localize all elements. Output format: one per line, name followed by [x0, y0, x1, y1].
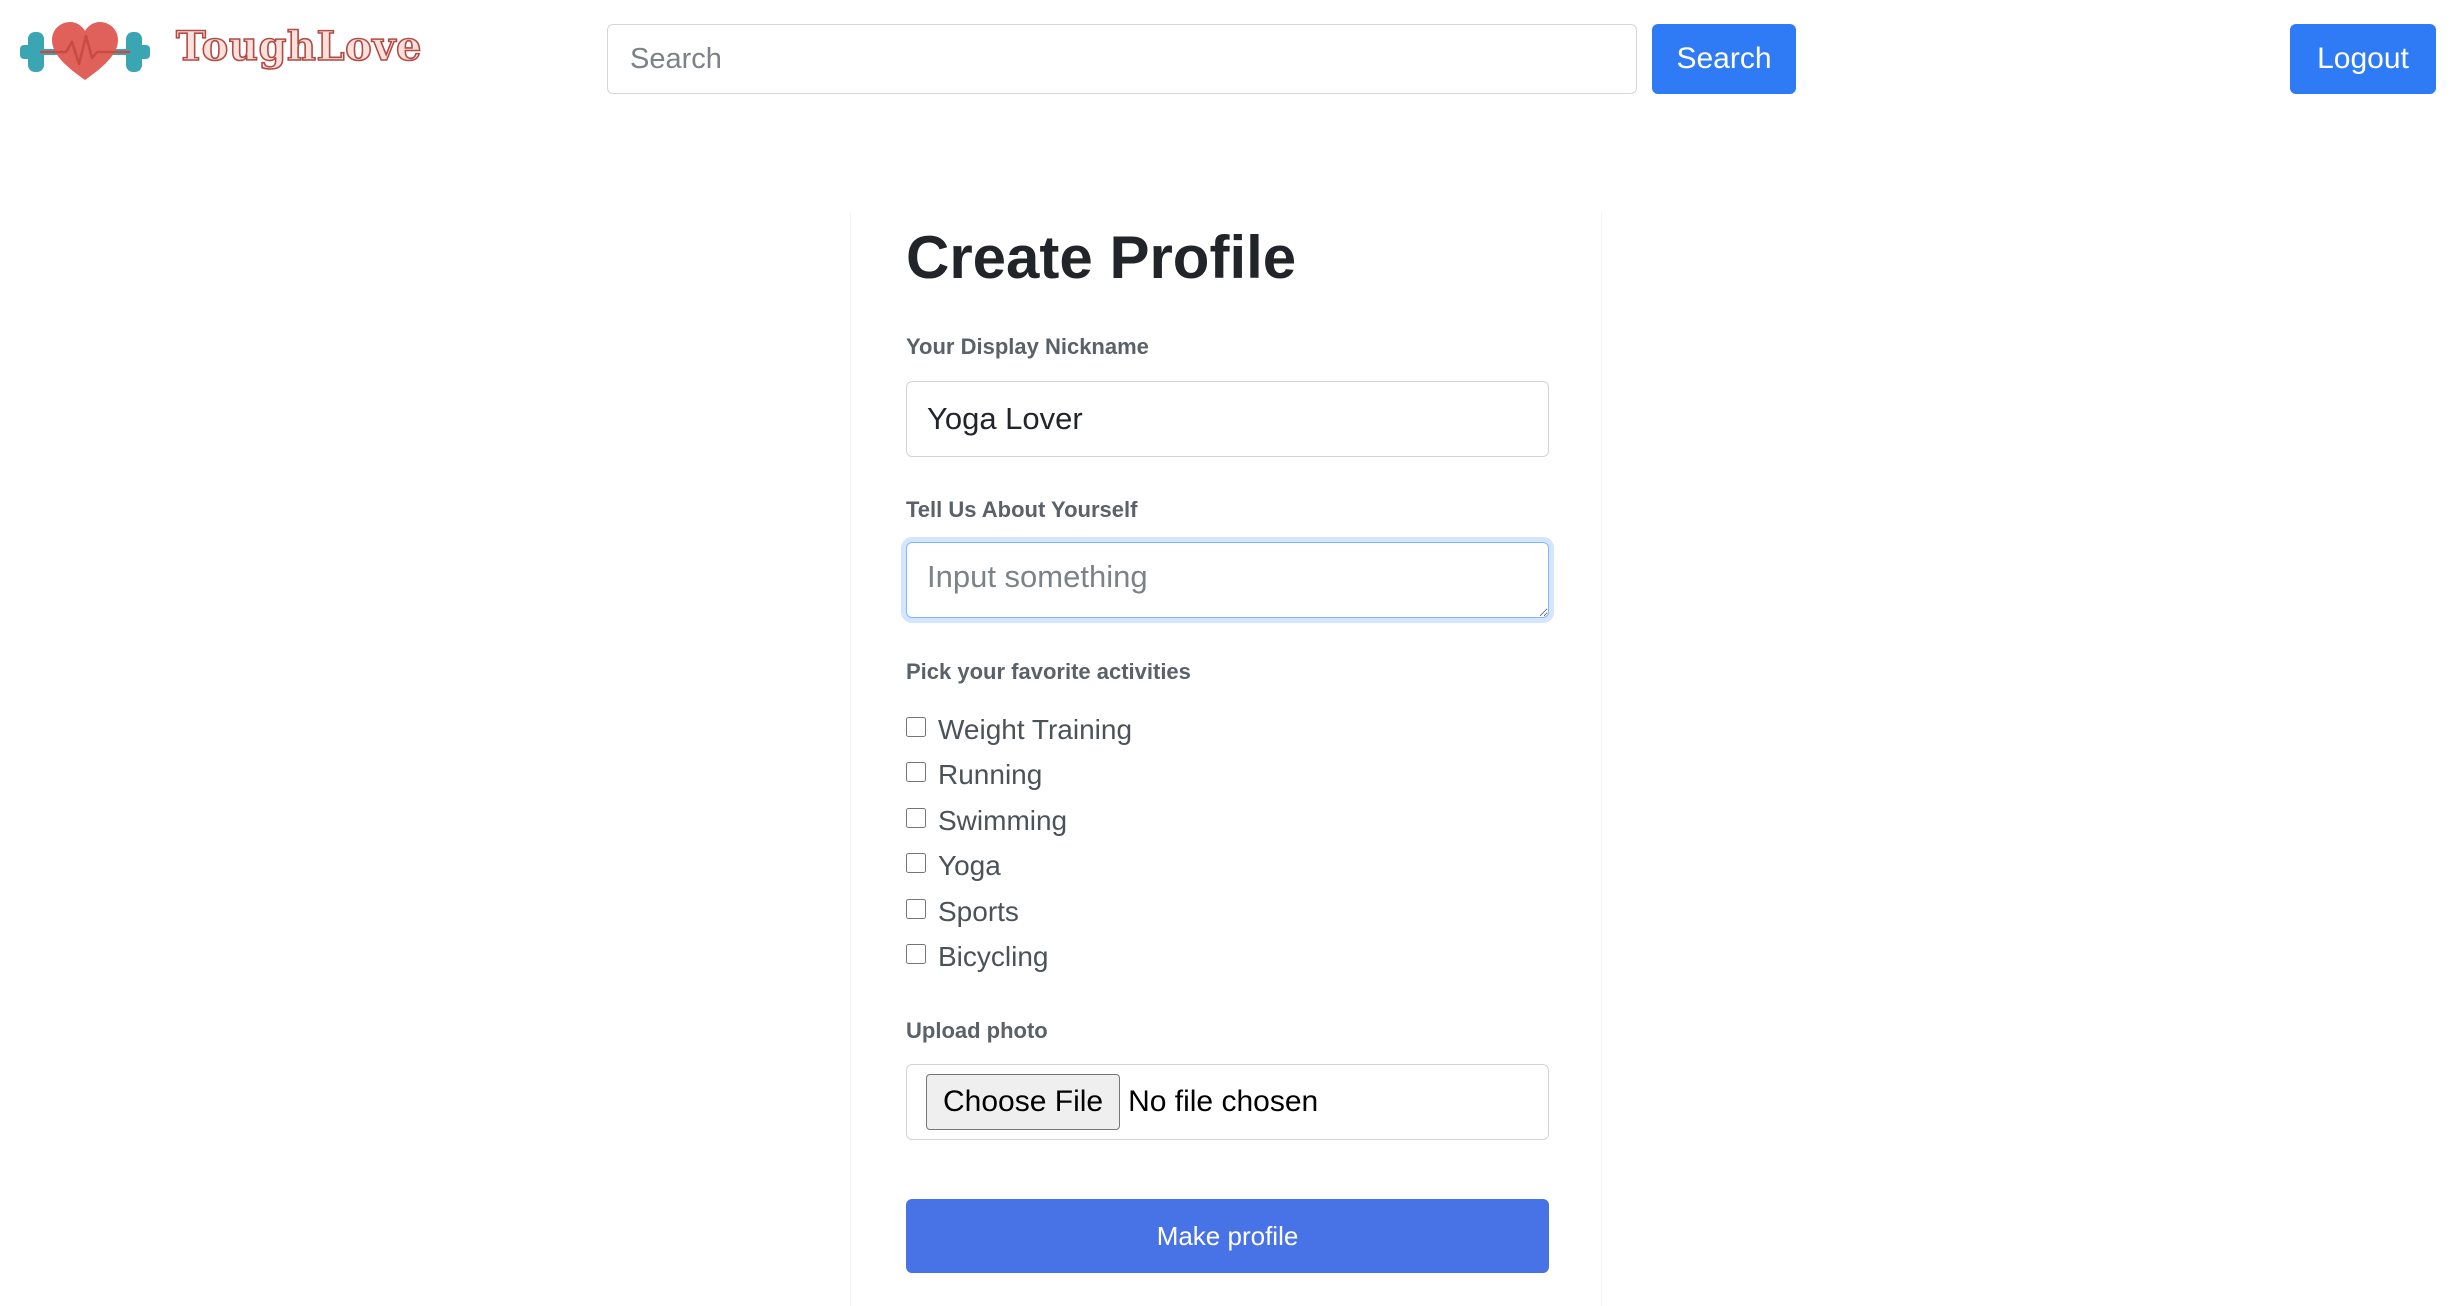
about-textarea[interactable]: [906, 542, 1549, 618]
activities-label: Pick your favorite activities: [906, 659, 1191, 684]
running-checkbox[interactable]: [906, 762, 926, 783]
logout-button[interactable]: Logout: [2290, 24, 2436, 94]
make-profile-button[interactable]: Make profile: [906, 1199, 1549, 1273]
activity-item-yoga: Yoga: [906, 844, 1132, 890]
swimming-checkbox[interactable]: [906, 807, 926, 828]
brand[interactable]: ToughLove: [18, 16, 422, 86]
page: ToughLove Search Logout Create Profile Y…: [0, 0, 2456, 1306]
nickname-input[interactable]: [906, 381, 1549, 457]
search-button[interactable]: Search: [1652, 24, 1796, 94]
activity-item-bicycling: Bicycling: [906, 935, 1132, 981]
activity-label[interactable]: Weight Training: [938, 714, 1132, 746]
yoga-checkbox[interactable]: [906, 853, 926, 874]
activity-label[interactable]: Swimming: [938, 805, 1067, 837]
activity-label[interactable]: Bicycling: [938, 941, 1048, 973]
bicycling-checkbox[interactable]: [906, 944, 926, 965]
navbar: ToughLove Search Logout: [0, 0, 2456, 120]
activities-checkbox-group: Weight Training Running Swimming Yoga Sp…: [906, 707, 1132, 980]
activity-label[interactable]: Yoga: [938, 850, 1001, 882]
heart-dumbbell-logo-icon: [20, 22, 150, 80]
page-title: Create Profile: [906, 224, 1297, 291]
activity-item-swimming: Swimming: [906, 798, 1132, 844]
about-label: Tell Us About Yourself: [906, 497, 1138, 522]
sports-checkbox[interactable]: [906, 898, 926, 919]
file-status: No file chosen: [1128, 1085, 1319, 1118]
activity-item-sports: Sports: [906, 889, 1132, 935]
photo-file-input[interactable]: Choose File No file chosen: [906, 1064, 1549, 1140]
nickname-label: Your Display Nickname: [906, 334, 1149, 359]
weight-training-checkbox[interactable]: [906, 716, 926, 737]
activity-label[interactable]: Running: [938, 759, 1042, 791]
activity-label[interactable]: Sports: [938, 896, 1019, 928]
search-input[interactable]: [607, 24, 1637, 94]
activity-item-weight-training: Weight Training: [906, 707, 1132, 753]
photo-label: Upload photo: [906, 1018, 1048, 1043]
brand-name: ToughLove: [175, 23, 422, 70]
choose-file-button[interactable]: Choose File: [926, 1074, 1121, 1130]
activity-item-running: Running: [906, 753, 1132, 799]
